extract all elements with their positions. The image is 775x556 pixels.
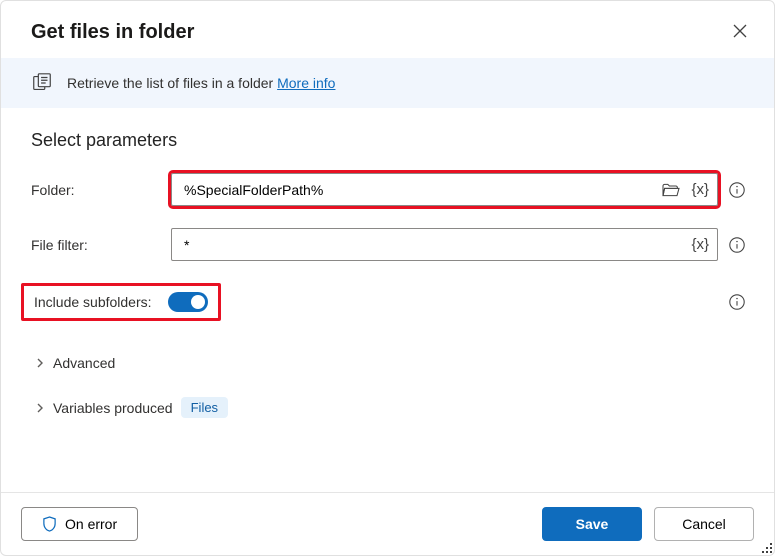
insert-variable-button[interactable]: {x} (689, 234, 711, 255)
folder-info-button[interactable] (728, 181, 746, 199)
folder-open-icon (661, 182, 681, 198)
include-subfolders-toggle[interactable] (168, 292, 208, 312)
close-icon (732, 23, 748, 39)
info-icon (728, 181, 746, 199)
variables-produced-expander[interactable]: Variables produced Files (35, 389, 746, 426)
dialog-footer: On error Save Cancel (1, 492, 774, 555)
include-subfolders-label: Include subfolders: (34, 294, 152, 310)
files-icon (31, 72, 53, 94)
include-subfolders-info-button[interactable] (728, 293, 746, 311)
on-error-button[interactable]: On error (21, 507, 138, 541)
variables-produced-label: Variables produced (53, 400, 173, 416)
shield-icon (42, 516, 57, 533)
dialog-title: Get files in folder (31, 21, 194, 44)
file-filter-input[interactable] (182, 236, 683, 254)
include-subfolders-highlight: Include subfolders: (21, 283, 221, 321)
variable-chip[interactable]: Files (181, 397, 228, 418)
more-info-link[interactable]: More info (277, 75, 335, 91)
insert-variable-button[interactable]: {x} (689, 179, 711, 200)
chevron-right-icon (35, 403, 45, 413)
file-filter-label: File filter: (31, 237, 171, 253)
file-filter-input-shell: {x} (171, 228, 718, 261)
browse-folder-button[interactable] (659, 180, 683, 200)
on-error-label: On error (65, 516, 117, 532)
folder-input-shell: {x} (171, 173, 718, 206)
include-subfolders-row: Include subfolders: (31, 283, 746, 321)
save-button[interactable]: Save (542, 507, 642, 541)
close-button[interactable] (728, 19, 752, 46)
section-title: Select parameters (31, 130, 746, 151)
toggle-knob (191, 295, 205, 309)
info-icon (728, 293, 746, 311)
advanced-label: Advanced (53, 355, 115, 371)
info-text: Retrieve the list of files in a folder M… (67, 75, 335, 91)
file-filter-row: File filter: {x} (31, 228, 746, 261)
variable-icon: {x} (691, 181, 709, 198)
variable-icon: {x} (691, 236, 709, 253)
dialog-header: Get files in folder (1, 1, 774, 58)
folder-row: Folder: {x} (31, 173, 746, 206)
info-bar: Retrieve the list of files in a folder M… (1, 58, 774, 108)
action-dialog: Get files in folder Retrieve the list of… (0, 0, 775, 556)
folder-input[interactable] (182, 181, 653, 199)
folder-label: Folder: (31, 182, 171, 198)
file-filter-info-button[interactable] (728, 236, 746, 254)
info-icon (728, 236, 746, 254)
advanced-expander[interactable]: Advanced (35, 347, 746, 379)
chevron-right-icon (35, 358, 45, 368)
cancel-button[interactable]: Cancel (654, 507, 754, 541)
parameters-section: Select parameters Folder: {x} (1, 108, 774, 492)
